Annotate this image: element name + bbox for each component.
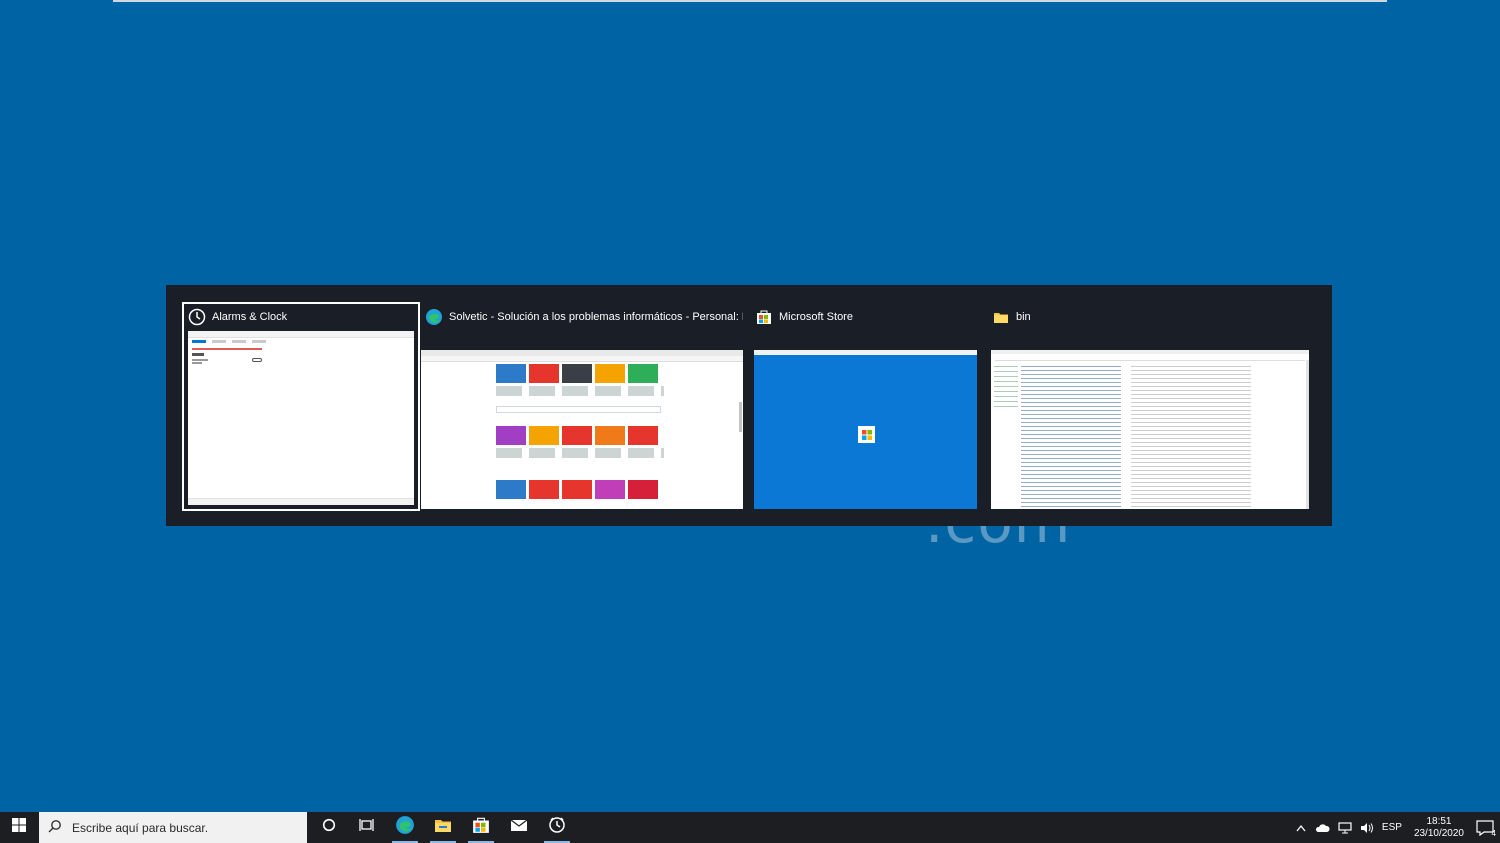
store-icon xyxy=(755,308,773,326)
window-header: Alarms & Clock xyxy=(184,304,418,330)
taskbar-search-box[interactable]: Escribe aquí para buscar. xyxy=(39,812,307,843)
window-header: Solvetic - Solución a los problemas info… xyxy=(421,304,743,330)
search-placeholder: Escribe aquí para buscar. xyxy=(72,820,209,835)
switcher-window-explorer-bin[interactable]: bin xyxy=(988,304,1310,509)
chevron-up-icon[interactable] xyxy=(1296,824,1306,832)
window-header: Microsoft Store xyxy=(751,304,978,330)
taskbar-store[interactable] xyxy=(462,812,500,843)
store-logo xyxy=(858,426,875,443)
edge-icon xyxy=(395,815,415,840)
clock-date: 23/10/2020 xyxy=(1413,827,1464,839)
taskbar-file-explorer[interactable] xyxy=(424,812,462,843)
window-title: Microsoft Store xyxy=(779,311,853,323)
window-title: Solvetic - Solución a los problemas info… xyxy=(449,311,743,323)
taskbar-edge[interactable] xyxy=(386,812,424,843)
folder-icon xyxy=(992,308,1010,326)
onedrive-cloud-icon[interactable] xyxy=(1314,823,1330,833)
taskbar-mail[interactable] xyxy=(500,812,538,843)
window-title: Alarms & Clock xyxy=(212,311,288,323)
alarms-clock-icon xyxy=(548,816,566,839)
task-view-icon xyxy=(359,818,375,837)
system-tray: ESP 18:51 23/10/2020 4 xyxy=(1296,812,1500,843)
switcher-window-store[interactable]: Microsoft Store xyxy=(751,304,978,509)
window-thumbnail xyxy=(421,350,743,509)
notification-center-icon[interactable]: 4 xyxy=(1476,819,1496,838)
edge-icon xyxy=(425,308,443,326)
window-title: bin xyxy=(1016,311,1031,323)
task-view-button[interactable] xyxy=(348,812,386,843)
cortana-button[interactable] xyxy=(310,812,348,843)
window-thumbnail xyxy=(754,350,977,509)
input-language[interactable]: ESP xyxy=(1382,822,1402,833)
mail-icon xyxy=(510,818,528,837)
task-switcher: Alarms & Clock Solvetic - Solución a los… xyxy=(166,285,1332,526)
taskbar-alarms-clock[interactable] xyxy=(538,812,576,843)
notification-count: 4 xyxy=(1491,828,1496,838)
clock-time: 18:51 xyxy=(1426,815,1452,827)
window-header: bin xyxy=(988,304,1310,330)
store-icon xyxy=(472,816,490,839)
network-icon[interactable] xyxy=(1338,821,1352,834)
cortana-icon xyxy=(322,818,336,837)
start-button[interactable] xyxy=(0,812,38,843)
taskbar-clock[interactable]: 18:51 23/10/2020 xyxy=(1414,816,1464,840)
file-explorer-icon xyxy=(434,817,452,838)
top-edge-line xyxy=(113,0,1387,2)
window-thumbnail xyxy=(188,331,414,505)
taskbar: Escribe aquí para buscar. ESP 18:51 23/1… xyxy=(0,812,1500,843)
alarms-clock-icon xyxy=(188,308,206,326)
windows-start-icon xyxy=(12,818,26,837)
window-thumbnail xyxy=(991,350,1309,509)
search-icon xyxy=(48,819,62,836)
switcher-window-edge[interactable]: Solvetic - Solución a los problemas info… xyxy=(421,304,743,509)
volume-icon[interactable] xyxy=(1360,822,1374,834)
switcher-window-alarms-clock[interactable]: Alarms & Clock xyxy=(182,302,420,511)
